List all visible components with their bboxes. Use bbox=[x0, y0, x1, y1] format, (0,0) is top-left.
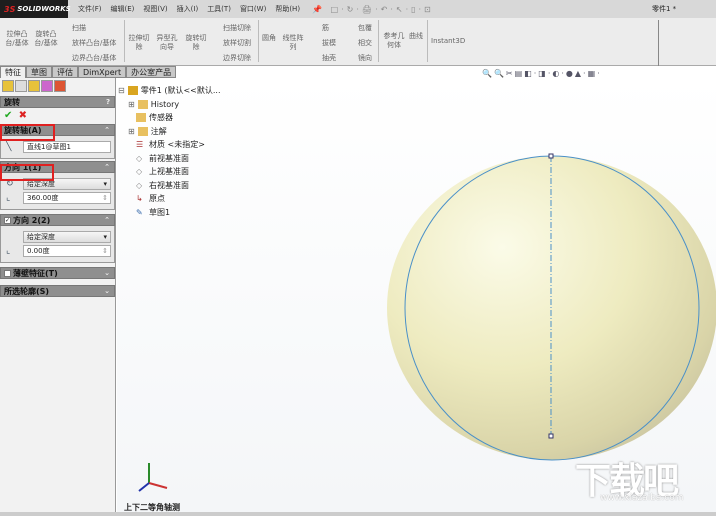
shell-button[interactable]: 抽壳 bbox=[322, 54, 336, 63]
tree-item-history[interactable]: ⊞ History bbox=[118, 98, 221, 112]
thin-feature-checkbox[interactable] bbox=[4, 269, 11, 277]
tab-dimxpert[interactable]: DimXpert bbox=[78, 66, 127, 78]
tree-item-material[interactable]: ☰ 材质 <未指定> bbox=[118, 138, 221, 152]
axis-line-icon: ╲ bbox=[6, 141, 12, 152]
property-manager-tab[interactable] bbox=[15, 80, 27, 92]
plane-icon: ◇ bbox=[136, 167, 143, 177]
direction1-angle-input[interactable]: 360.00度 bbox=[23, 192, 111, 204]
revolve-boss-button[interactable]: 旋转凸台/基体 bbox=[32, 30, 60, 48]
mirror-button[interactable]: 镜向 bbox=[358, 54, 372, 63]
confirm-row: ✔ ✖ bbox=[0, 108, 115, 124]
heads-up-view-toolbar[interactable]: 🔍🔍✂▤◧·◨·◐·●▲·▦· bbox=[482, 69, 602, 78]
boundary-cut-button[interactable]: 边界切除 bbox=[223, 54, 251, 63]
selected-contours-header[interactable]: 所选轮廓(S) ⌄ bbox=[0, 285, 115, 297]
solidworks-logo[interactable]: 3S SOLIDWORKS bbox=[0, 0, 71, 18]
menu-help[interactable]: 帮助(H) bbox=[275, 4, 300, 14]
manager-tabs bbox=[0, 78, 115, 94]
menu-window[interactable]: 窗口(W) bbox=[240, 4, 266, 14]
help-button[interactable]: ? bbox=[106, 98, 110, 106]
sweep-button[interactable]: 扫描 bbox=[72, 24, 86, 33]
rib-button[interactable]: 筋 bbox=[322, 24, 329, 33]
plane-icon: ◇ bbox=[136, 153, 143, 163]
highlight-direction1 bbox=[0, 164, 54, 181]
menu-insert[interactable]: 插入(I) bbox=[177, 4, 199, 14]
hole-wizard-button[interactable]: 异型孔向导 bbox=[155, 34, 179, 52]
curves-button[interactable]: 曲线 bbox=[409, 32, 423, 41]
angle-icon: ⌞ bbox=[6, 245, 11, 256]
axis-endpoint-top bbox=[548, 153, 554, 159]
part-icon bbox=[127, 86, 138, 96]
property-manager: 旋转? ✔ ✖ 旋转轴(A) ⌃ ╲ 直线1@草图1 方向 1(1) ⌃ ↻ 给定深度 … bbox=[0, 78, 116, 516]
extrude-cut-button[interactable]: 拉伸切除 bbox=[127, 34, 151, 52]
tree-item-annotations[interactable]: ⊞ 注解 bbox=[118, 125, 221, 139]
revolve-cut-button[interactable]: 旋转切除 bbox=[184, 34, 208, 52]
tree-item-right-plane[interactable]: ◇ 右视基准面 bbox=[118, 179, 221, 193]
tab-sketch[interactable]: 草图 bbox=[26, 66, 52, 78]
sketch-icon: ✎ bbox=[136, 207, 143, 217]
menu-edit[interactable]: 编辑(E) bbox=[111, 4, 135, 14]
tree-root[interactable]: ⊟ 零件1 (默认<<默认... bbox=[118, 84, 221, 98]
tab-evaluate[interactable]: 评估 bbox=[52, 66, 78, 78]
command-manager: 拉伸凸台/基体 旋转凸台/基体 扫描 放样凸台/基体 边界凸台/基体 拉伸切除 … bbox=[0, 18, 716, 66]
feature-tree: ⊟ 零件1 (默认<<默认... ⊞ History 传感器 ⊞ 注解 ☰ 材质 <未指… bbox=[118, 84, 221, 219]
cancel-x-icon[interactable]: ✖ bbox=[19, 110, 27, 121]
axis-endpoint-bottom bbox=[548, 433, 554, 439]
menu-bar: 文件(F) 编辑(E) 视图(V) 插入(I) 工具(T) 窗口(W) 帮助(H… bbox=[78, 4, 300, 14]
title-bar: 3S SOLIDWORKS 文件(F) 编辑(E) 视图(V) 插入(I) 工具(… bbox=[0, 0, 716, 18]
extrude-boss-button[interactable]: 拉伸凸台/基体 bbox=[3, 30, 31, 48]
dimxpert-manager-tab[interactable] bbox=[41, 80, 53, 92]
folder-icon bbox=[137, 99, 148, 109]
status-bar bbox=[0, 512, 716, 516]
configuration-manager-tab[interactable] bbox=[28, 80, 40, 92]
reference-geometry-button[interactable]: 参考几何体 bbox=[382, 32, 406, 50]
angle-icon: ⌞ bbox=[6, 192, 11, 203]
tab-features[interactable]: 特征 bbox=[0, 66, 26, 78]
axis-selection-field[interactable]: 直线1@草图1 bbox=[23, 141, 111, 153]
direction2-angle-input[interactable]: 0.00度 bbox=[23, 245, 111, 257]
plane-icon: ◇ bbox=[136, 180, 143, 190]
highlight-axis bbox=[0, 124, 55, 141]
direction2-header[interactable]: ✓ 方向 2(2) ⌃ bbox=[0, 214, 115, 226]
direction2-type-select[interactable]: 给定深度 bbox=[23, 231, 111, 243]
direction2-checkbox[interactable]: ✓ bbox=[4, 216, 11, 224]
menu-file[interactable]: 文件(F) bbox=[78, 4, 102, 14]
quick-access-toolbar[interactable]: 📌 □·↻·🖨·↶·↖·▯·⊡ bbox=[312, 5, 434, 14]
linear-pattern-button[interactable]: 线性阵列 bbox=[282, 34, 304, 52]
wrap-button[interactable]: 包覆 bbox=[358, 24, 372, 33]
tree-item-sensors[interactable]: 传感器 bbox=[118, 111, 221, 125]
fillet-button[interactable]: 圆角 bbox=[262, 34, 276, 43]
boundary-boss-button[interactable]: 边界凸台/基体 bbox=[72, 54, 116, 63]
revolve-header: 旋转? bbox=[0, 96, 115, 108]
tree-item-front-plane[interactable]: ◇ 前视基准面 bbox=[118, 152, 221, 166]
ok-check-icon[interactable]: ✔ bbox=[4, 110, 12, 121]
watermark-url: www.xiazaiba.com bbox=[600, 493, 684, 503]
loft-button[interactable]: 放样凸台/基体 bbox=[72, 39, 116, 48]
origin-icon: ↳ bbox=[136, 194, 143, 204]
menu-tools[interactable]: 工具(T) bbox=[207, 4, 231, 14]
sensor-icon bbox=[136, 113, 146, 123]
tree-item-origin[interactable]: ↳ 原点 bbox=[118, 192, 221, 206]
thin-feature-header[interactable]: 薄壁特征(T) ⌄ bbox=[0, 267, 115, 279]
loft-cut-button[interactable]: 放样切割 bbox=[223, 39, 251, 48]
draft-button[interactable]: 拔模 bbox=[322, 39, 336, 48]
document-title: 零件1 * bbox=[652, 5, 677, 13]
tree-item-sketch1[interactable]: ✎ 草图1 bbox=[118, 206, 221, 220]
direction2-section: 给定深度 ⌞ 0.00度 bbox=[0, 226, 115, 263]
triad-icon bbox=[138, 463, 168, 492]
sweep-cut-button[interactable]: 扫描切除 bbox=[223, 24, 251, 33]
material-icon: ☰ bbox=[136, 140, 144, 150]
display-manager-tab[interactable] bbox=[54, 80, 66, 92]
command-tabs: 特征 草图 评估 DimXpert 办公室产品 bbox=[0, 66, 177, 78]
feature-manager-tab[interactable] bbox=[2, 80, 14, 92]
instant3d-button[interactable]: Instant3D bbox=[431, 37, 465, 46]
tab-office-products[interactable]: 办公室产品 bbox=[126, 66, 177, 78]
annotation-icon bbox=[137, 126, 148, 136]
intersect-button[interactable]: 相交 bbox=[358, 39, 372, 48]
tree-item-top-plane[interactable]: ◇ 上视基准面 bbox=[118, 165, 221, 179]
menu-view[interactable]: 视图(V) bbox=[143, 4, 167, 14]
